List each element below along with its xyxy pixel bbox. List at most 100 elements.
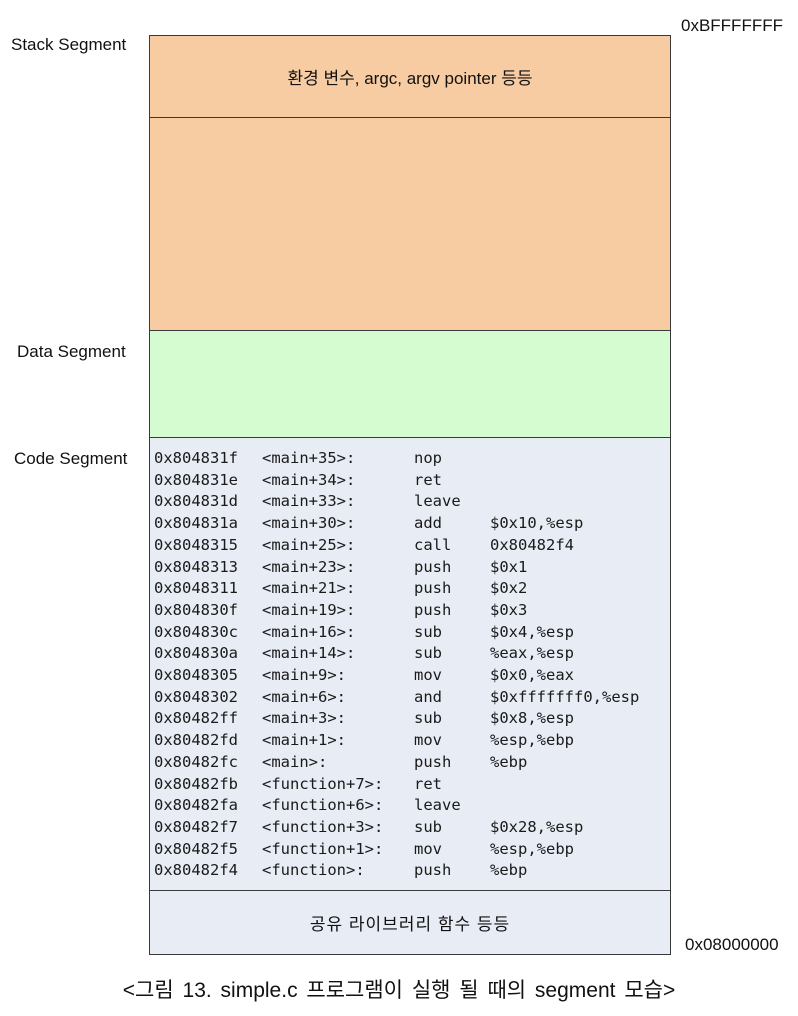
asm-symbol: <function+6>: xyxy=(262,796,384,815)
asm-symbol: <main+33>: xyxy=(262,492,356,511)
asm-operands: $0x1 xyxy=(490,557,528,576)
asm-line: 0x804831e <main+34>: ret xyxy=(154,470,670,492)
asm-operands: %esp,%ebp xyxy=(490,839,574,858)
asm-address: 0x80482fb xyxy=(154,774,238,793)
asm-line: 0x80482fa <function+6>: leave xyxy=(154,795,670,817)
asm-address: 0x80482f4 xyxy=(154,861,238,880)
asm-operands: %eax,%esp xyxy=(490,644,574,663)
asm-line: 0x804831a <main+30>: add $0x10,%esp xyxy=(154,513,670,535)
asm-opcode: mov xyxy=(414,839,442,858)
asm-opcode: sub xyxy=(414,644,442,663)
asm-line: 0x80482f5 <function+1>: mov %esp,%ebp xyxy=(154,839,670,861)
asm-line: 0x804831f <main+35>: nop xyxy=(154,448,670,470)
asm-symbol: <main+19>: xyxy=(262,600,356,619)
asm-opcode: push xyxy=(414,600,452,619)
asm-operands: $0x0,%eax xyxy=(490,666,574,685)
asm-operands: $0x8,%esp xyxy=(490,709,574,728)
asm-opcode: sub xyxy=(414,622,442,641)
asm-symbol: <main+34>: xyxy=(262,470,356,489)
asm-line: 0x8048311 <main+21>: push $0x2 xyxy=(154,578,670,600)
asm-opcode: leave xyxy=(414,492,461,511)
asm-symbol: <main+3>: xyxy=(262,709,346,728)
asm-address: 0x804831d xyxy=(154,492,238,511)
asm-address: 0x8048315 xyxy=(154,535,238,554)
asm-symbol: <main+6>: xyxy=(262,687,346,706)
data-segment-block xyxy=(149,330,671,438)
asm-line: 0x804830c <main+16>: sub $0x4,%esp xyxy=(154,622,670,644)
asm-line: 0x80482fb <function+7>: ret xyxy=(154,774,670,796)
asm-address: 0x804831e xyxy=(154,470,238,489)
asm-opcode: ret xyxy=(414,774,442,793)
asm-address: 0x80482ff xyxy=(154,709,238,728)
asm-operands: $0x28,%esp xyxy=(490,817,584,836)
asm-opcode: leave xyxy=(414,796,461,815)
figure-caption: <그림 13. simple.c 프로그램이 실행 될 때의 segment 모… xyxy=(122,979,676,1002)
asm-address: 0x80482f7 xyxy=(154,817,238,836)
asm-address: 0x8048313 xyxy=(154,557,238,576)
asm-operands: $0xfffffff0,%esp xyxy=(490,687,640,706)
asm-operands: $0x3 xyxy=(490,600,528,619)
asm-line: 0x804830a <main+14>: sub %eax,%esp xyxy=(154,643,670,665)
asm-operands: %ebp xyxy=(490,752,528,771)
asm-symbol: <main+9>: xyxy=(262,666,346,685)
code-segment-block: 0x804831f <main+35>: nop 0x804831e <main+34>… xyxy=(149,437,671,891)
asm-operands: $0x2 xyxy=(490,579,528,598)
asm-symbol: <main+23>: xyxy=(262,557,356,576)
asm-address: 0x80482fa xyxy=(154,796,238,815)
data-segment-label: Data Segment xyxy=(17,342,126,361)
asm-symbol: <main>: xyxy=(262,752,328,771)
asm-symbol: <main+21>: xyxy=(262,579,356,598)
asm-address: 0x804831f xyxy=(154,449,238,467)
asm-line: 0x80482ff <main+3>: sub $0x8,%esp xyxy=(154,708,670,730)
asm-address: 0x804830f xyxy=(154,600,238,619)
asm-line: 0x804831d <main+33>: leave xyxy=(154,491,670,513)
asm-symbol: <main+35>: xyxy=(262,449,356,467)
asm-symbol: <main+30>: xyxy=(262,514,356,533)
asm-address: 0x8048302 xyxy=(154,687,238,706)
asm-address: 0x804830c xyxy=(154,622,238,641)
asm-line: 0x804830f <main+19>: push $0x3 xyxy=(154,600,670,622)
asm-symbol: <function+7>: xyxy=(262,774,384,793)
stack-env-block: 환경 변수, argc, argv pointer 등등 xyxy=(149,35,671,118)
asm-opcode: push xyxy=(414,579,452,598)
asm-address: 0x80482fc xyxy=(154,752,238,771)
asm-line: 0x8048302 <main+6>: and $0xfffffff0,%esp xyxy=(154,687,670,709)
shared-library-block: 공유 라이브러리 함수 등등 xyxy=(149,890,671,955)
asm-opcode: mov xyxy=(414,666,442,685)
asm-address: 0x80482f5 xyxy=(154,839,238,858)
asm-address: 0x8048305 xyxy=(154,666,238,685)
stack-segment-label: Stack Segment xyxy=(11,35,127,54)
asm-address: 0x8048311 xyxy=(154,579,238,598)
asm-operands: %ebp xyxy=(490,861,528,880)
asm-symbol: <function+3>: xyxy=(262,817,384,836)
asm-opcode: add xyxy=(414,514,442,533)
asm-opcode: push xyxy=(414,861,452,880)
asm-symbol: <main+1>: xyxy=(262,731,346,750)
code-segment-label: Code Segment xyxy=(14,449,128,468)
asm-line: 0x80482f7 <function+3>: sub $0x28,%esp xyxy=(154,817,670,839)
stack-free-block xyxy=(149,117,671,331)
asm-symbol: <main+25>: xyxy=(262,535,356,554)
asm-opcode: and xyxy=(414,687,442,706)
asm-line: 0x80482f4 <function>: push %ebp xyxy=(154,860,670,882)
asm-address: 0x804830a xyxy=(154,644,238,663)
asm-address: 0x804831a xyxy=(154,514,238,533)
asm-line: 0x8048305 <main+9>: mov $0x0,%eax xyxy=(154,665,670,687)
asm-opcode: push xyxy=(414,557,452,576)
asm-opcode: mov xyxy=(414,731,442,750)
asm-line: 0x80482fc <main>: push %ebp xyxy=(154,752,670,774)
asm-operands: %esp,%ebp xyxy=(490,731,574,750)
shared-library-text: 공유 라이브러리 함수 등등 xyxy=(309,915,511,934)
asm-operands: 0x80482f4 xyxy=(490,535,574,554)
bottom-address-label: 0x08000000 xyxy=(685,935,779,954)
asm-opcode: ret xyxy=(414,470,442,489)
asm-line: 0x80482fd <main+1>: mov %esp,%ebp xyxy=(154,730,670,752)
asm-opcode: sub xyxy=(414,817,442,836)
asm-symbol: <main+14>: xyxy=(262,644,356,663)
asm-address: 0x80482fd xyxy=(154,731,238,750)
asm-operands: $0x10,%esp xyxy=(490,514,584,533)
asm-symbol: <main+16>: xyxy=(262,622,356,641)
asm-operands: $0x4,%esp xyxy=(490,622,574,641)
asm-symbol: <function+1>: xyxy=(262,839,384,858)
asm-line: 0x8048313 <main+23>: push $0x1 xyxy=(154,557,670,579)
